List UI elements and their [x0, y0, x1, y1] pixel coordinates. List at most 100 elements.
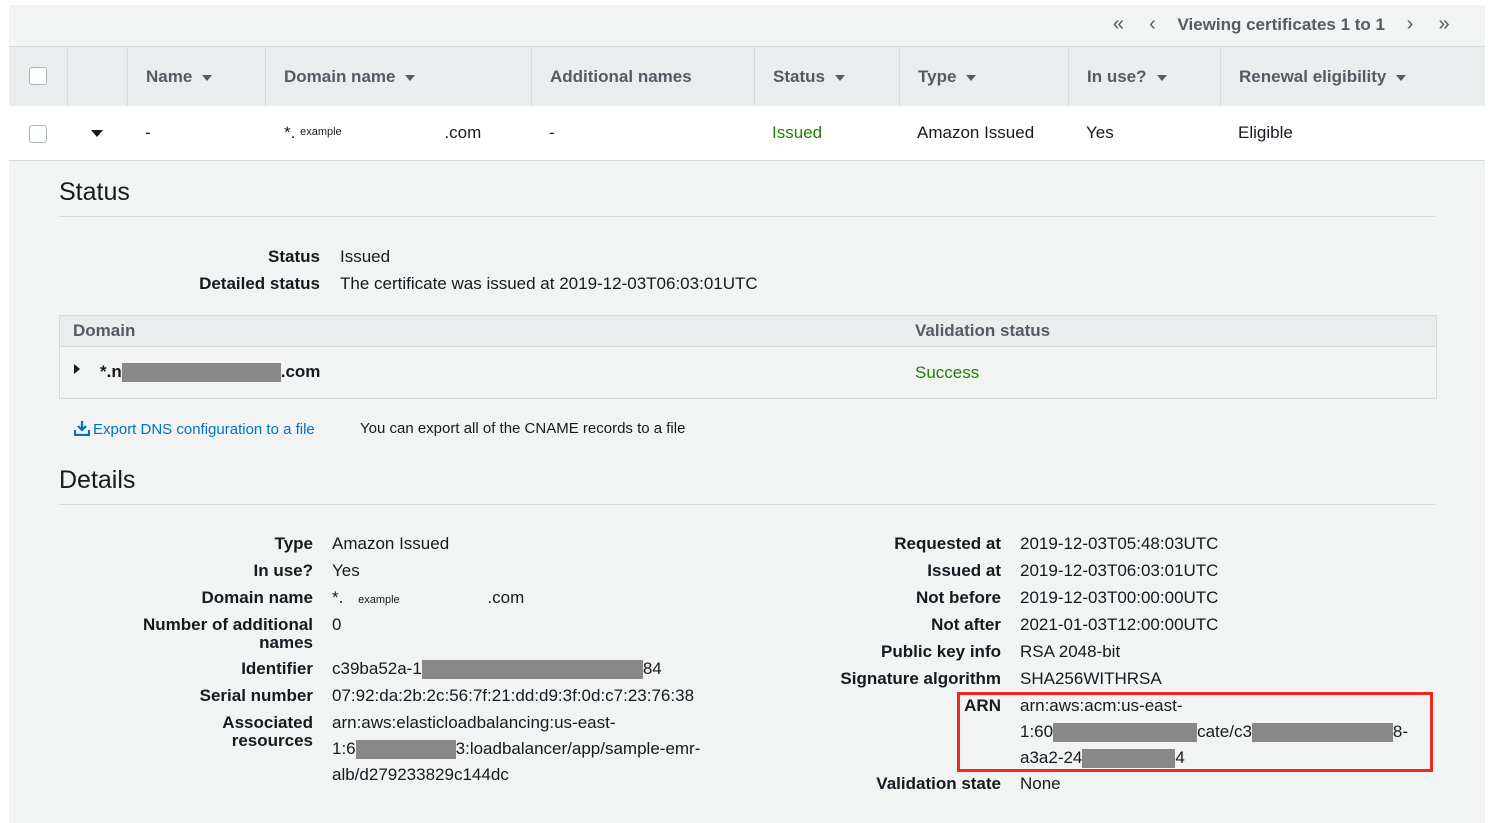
validation-state-value: None	[1020, 774, 1061, 793]
arn-highlight-box	[957, 692, 1433, 772]
column-header-in-use[interactable]: In use?	[1068, 47, 1220, 106]
column-header-type[interactable]: Type	[899, 47, 1068, 106]
status-label: Status	[268, 247, 320, 266]
cell-in-use: Yes	[1086, 123, 1114, 142]
associated-resource-line2-start: 1:6	[332, 739, 356, 758]
identifier-end: 84	[642, 659, 662, 678]
download-icon	[74, 421, 90, 436]
pager-text: Viewing certificates 1 to 1	[1177, 14, 1385, 34]
pager: « ‹ Viewing certificates 1 to 1 › »	[1101, 13, 1461, 36]
column-header-type-label: Type	[918, 67, 957, 86]
validation-domain: *.n .com	[100, 362, 321, 383]
status-divider	[59, 216, 1435, 217]
cell-additional-names: -	[549, 123, 555, 142]
expand-column-header	[67, 47, 127, 106]
detailed-status-label: Detailed status	[199, 274, 320, 293]
validation-table-header: Domain Validation status	[60, 316, 1436, 347]
export-dns-link[interactable]: Export DNS configuration to a file	[74, 420, 315, 439]
redacted-block	[421, 660, 643, 680]
validation-state-label: Validation state	[876, 774, 1001, 793]
validation-col-status: Validation status	[915, 321, 1051, 340]
table-row[interactable]: - *. example .com - Issued Amazon Issued…	[9, 106, 1485, 161]
export-dns-link-label: Export DNS configuration to a file	[93, 421, 315, 438]
redacted-block	[121, 363, 281, 383]
validation-domain-suffix: .com	[280, 362, 321, 381]
serial-number-value: 07:92:da:2b:2c:56:7f:21:dd:d9:3f:0d:c7:2…	[332, 686, 695, 705]
requested-at-label: Requested at	[894, 534, 1001, 553]
associated-resources-label-line2: resources	[231, 731, 313, 750]
export-note: You can export all of the CNAME records …	[360, 420, 686, 437]
sort-caret-icon	[202, 74, 213, 81]
sort-caret-icon	[966, 74, 977, 81]
detail-domain-prefix: *.	[332, 588, 344, 607]
column-header-name[interactable]: Name	[127, 47, 265, 106]
status-value: Issued	[340, 247, 391, 266]
additional-names-label-line1: Number of additional	[143, 615, 313, 634]
column-header-status[interactable]: Status	[754, 47, 899, 106]
column-header-name-label: Name	[146, 67, 193, 86]
first-page-button[interactable]: «	[1101, 13, 1135, 36]
pager-bar: « ‹ Viewing certificates 1 to 1 › »	[9, 5, 1485, 45]
sort-caret-icon	[1396, 74, 1407, 81]
details-section-title: Details	[59, 466, 136, 494]
certificate-panel: « ‹ Viewing certificates 1 to 1 › » Name…	[9, 5, 1485, 823]
validation-col-domain: Domain	[73, 321, 136, 340]
not-before-value: 2019-12-03T00:00:00UTC	[1020, 588, 1219, 607]
last-page-button[interactable]: »	[1427, 13, 1461, 36]
associated-resources-value: arn:aws:elasticloadbalancing:us-east- 1:…	[332, 710, 700, 788]
domain-prefix: *.	[284, 123, 296, 142]
identifier-start: c39ba52a-1	[332, 659, 422, 678]
requested-at-value: 2019-12-03T05:48:03UTC	[1020, 534, 1219, 553]
expand-domain-icon[interactable]	[74, 364, 80, 374]
signature-algorithm-label: Signature algorithm	[840, 669, 1001, 688]
type-label: Type	[274, 534, 313, 553]
public-key-label: Public key info	[881, 642, 1001, 661]
next-page-button[interactable]: ›	[1393, 13, 1427, 36]
column-header-renewal-label: Renewal eligibility	[1239, 67, 1387, 86]
type-value: Amazon Issued	[332, 534, 450, 553]
public-key-value: RSA 2048-bit	[1020, 642, 1121, 661]
cell-renewal: Eligible	[1238, 123, 1293, 142]
signature-algorithm-value: SHA256WITHRSA	[1020, 669, 1162, 688]
not-before-label: Not before	[916, 588, 1001, 607]
column-header-additional: Additional names	[531, 47, 754, 106]
in-use-value: Yes	[332, 561, 360, 580]
column-header-additional-label: Additional names	[550, 67, 692, 86]
sort-caret-icon	[405, 74, 416, 81]
additional-names-label-line2: names	[259, 633, 313, 652]
identifier-link[interactable]: c39ba52a-1 84	[332, 659, 662, 680]
domain-name-value: *. example .com	[332, 589, 524, 609]
cell-type: Amazon Issued	[917, 123, 1035, 142]
column-header-domain[interactable]: Domain name	[265, 47, 531, 106]
column-header-status-label: Status	[773, 67, 825, 86]
validation-table: Domain Validation status *.n .com Success	[59, 315, 1437, 399]
details-divider	[59, 504, 1435, 505]
select-all-checkbox[interactable]	[29, 67, 47, 85]
status-section-title: Status	[59, 178, 130, 206]
identifier-label: Identifier	[241, 659, 313, 678]
collapse-row-icon[interactable]	[91, 130, 103, 137]
not-after-value: 2021-01-03T12:00:00UTC	[1020, 615, 1219, 634]
additional-names-value: 0	[332, 615, 342, 634]
associated-resource-line1: arn:aws:elasticloadbalancing:us-east-	[332, 713, 616, 732]
cell-status: Issued	[772, 123, 823, 142]
serial-number-label: Serial number	[199, 686, 313, 705]
validation-status-value: Success	[915, 363, 980, 382]
cell-domain: *. example .com	[284, 106, 481, 160]
column-header-renewal[interactable]: Renewal eligibility	[1220, 47, 1485, 106]
domain-example: example	[300, 126, 342, 138]
detail-domain-suffix: .com	[487, 588, 525, 607]
not-after-label: Not after	[931, 615, 1001, 634]
cell-name: -	[145, 123, 151, 142]
validation-domain-prefix: *.n	[100, 362, 122, 381]
domain-suffix: .com	[444, 123, 482, 142]
row-checkbox[interactable]	[29, 125, 47, 143]
detail-domain-example: example	[358, 594, 400, 606]
associated-resource-line3: alb/d279233829c144dc	[332, 765, 509, 784]
detailed-status-value: The certificate was issued at 2019-12-03…	[340, 274, 758, 293]
column-header-domain-label: Domain name	[284, 67, 396, 86]
sort-caret-icon	[834, 74, 845, 81]
prev-page-button[interactable]: ‹	[1135, 13, 1169, 36]
associated-resource-line2-end: 3:loadbalancer/app/sample-emr-	[455, 739, 701, 758]
domain-name-label: Domain name	[201, 588, 313, 607]
